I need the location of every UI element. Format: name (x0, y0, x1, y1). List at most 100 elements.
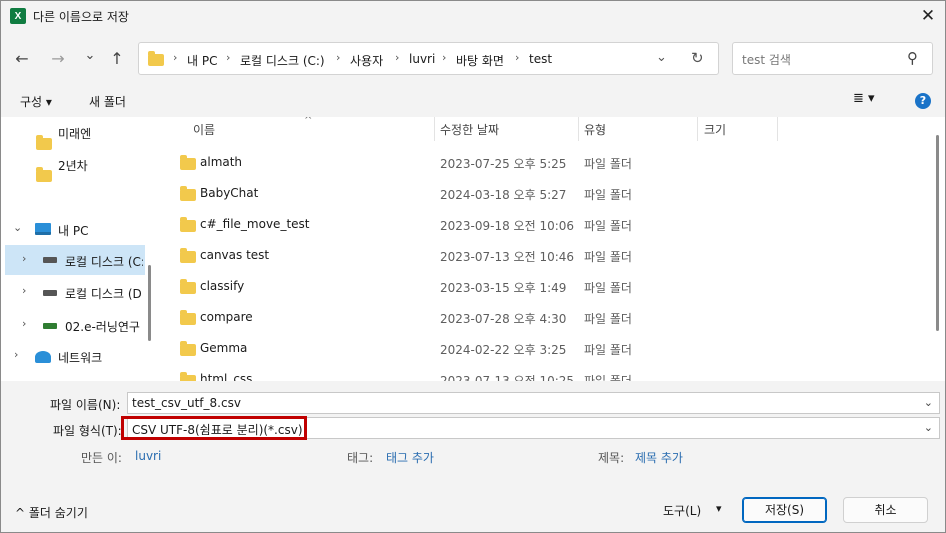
breadcrumb-item[interactable]: luvri (409, 52, 435, 66)
column-header-size[interactable]: 크기 (704, 121, 726, 138)
chevron-down-icon[interactable]: ⌄ (924, 396, 933, 409)
address-dropdown-icon[interactable]: ⌄ (656, 50, 667, 65)
save-button[interactable]: 저장(S) (742, 497, 827, 523)
nav-pane-scrollbar[interactable] (148, 265, 151, 341)
file-list-scrollbar[interactable] (936, 135, 939, 331)
file-type: 파일 폴더 (584, 250, 632, 264)
column-divider[interactable] (578, 117, 579, 141)
nav-item-network[interactable]: › 네트워크 (1, 341, 158, 371)
file-modified: 2024-03-18 오후 5:27 (440, 188, 567, 202)
nav-item-folder[interactable]: 2년차 (1, 149, 158, 182)
organize-button[interactable]: 구성 ▾ (20, 93, 52, 110)
chevron-right-icon[interactable]: › (22, 317, 26, 330)
file-name: almath (200, 155, 243, 169)
drive-icon (43, 290, 57, 296)
nav-item-network-drive[interactable]: › 02.e-러닝연구 (1, 310, 158, 340)
breadcrumb-item[interactable]: test (529, 52, 552, 66)
column-header-modified[interactable]: 수정한 날짜 (440, 121, 499, 138)
filetype-label: 파일 형식(T): (53, 424, 122, 438)
nav-item-drive-d[interactable]: › 로컬 디스크 (D:) (1, 277, 158, 307)
file-row[interactable]: canvas test 2023-07-13 오전 10:46 파일 폴더 (158, 240, 918, 271)
drive-icon (43, 257, 57, 263)
author-label: 만든 이: (81, 451, 122, 465)
nav-item-label: 로컬 디스크 (C:) (65, 255, 143, 269)
excel-icon: X (10, 8, 26, 24)
search-input[interactable]: test 검색 (742, 51, 791, 68)
new-folder-button[interactable]: 새 폴더 (89, 93, 126, 110)
help-icon[interactable]: ? (915, 93, 931, 109)
file-row[interactable]: classify 2023-03-15 오후 1:49 파일 폴더 (158, 271, 918, 302)
chevron-down-icon[interactable]: ⌄ (924, 421, 933, 434)
file-modified: 2023-07-28 오후 4:30 (440, 312, 567, 326)
file-name: compare (200, 310, 253, 324)
nav-item-folder[interactable]: 미래엔 (1, 117, 158, 150)
file-modified: 2023-07-13 오전 10:25 (440, 374, 575, 381)
folder-icon (180, 217, 196, 232)
file-name: canvas test (200, 248, 270, 262)
folder-icon (180, 155, 196, 170)
column-divider[interactable] (434, 117, 435, 141)
nav-item-label: 내 PC (58, 224, 89, 238)
tags-value[interactable]: 태그 추가 (386, 449, 434, 466)
address-bar[interactable]: › 내 PC › 로컬 디스크 (C:) › 사용자 › luvri › 바탕 … (138, 42, 719, 75)
author-value[interactable]: luvri (135, 449, 161, 463)
up-button[interactable]: ↑ (105, 47, 129, 71)
chevron-down-icon[interactable]: ⌄ (13, 221, 22, 234)
search-box[interactable]: test 검색 ⚲ (732, 42, 933, 75)
breadcrumb-item[interactable]: 사용자 (350, 52, 383, 69)
crumb-separator: › (515, 51, 520, 64)
column-divider[interactable] (777, 117, 778, 141)
chevron-right-icon[interactable]: › (22, 284, 26, 297)
file-name: classify (200, 279, 245, 293)
title-label: 제목: (598, 451, 625, 465)
file-modified: 2024-02-22 오후 3:25 (440, 343, 567, 357)
window-title: 다른 이름으로 저장 (33, 10, 129, 24)
filename-field[interactable]: test_csv_utf_8.csv ⌄ (127, 392, 940, 414)
chevron-right-icon[interactable]: › (14, 348, 18, 361)
refresh-icon[interactable]: ↻ (691, 49, 704, 67)
breadcrumb-item[interactable]: 로컬 디스크 (C:) (240, 52, 325, 69)
file-modified: 2023-07-25 오후 5:25 (440, 157, 567, 171)
nav-item-this-pc[interactable]: ⌄ 내 PC (1, 214, 158, 244)
close-button[interactable]: ✕ (913, 3, 943, 29)
nav-item-label: 네트워크 (58, 351, 103, 365)
folder-icon (36, 167, 52, 182)
file-row[interactable]: Gemma 2024-02-22 오후 3:25 파일 폴더 (158, 333, 918, 364)
folder-icon (148, 51, 164, 66)
breadcrumb-item[interactable]: 내 PC (187, 52, 217, 69)
tools-button[interactable]: 도구(L) (663, 502, 701, 519)
file-name: Gemma (200, 341, 248, 355)
chevron-right-icon[interactable]: › (22, 252, 26, 265)
title-value[interactable]: 제목 추가 (635, 449, 683, 466)
file-row[interactable]: c#_file_move_test 2023-09-18 오전 10:06 파일… (158, 209, 918, 240)
network-icon (35, 351, 51, 363)
tags-label: 태그: (347, 451, 374, 465)
file-row[interactable]: compare 2023-07-28 오후 4:30 파일 폴더 (158, 302, 918, 333)
file-row[interactable]: html_css 2023-07-13 오전 10:25 파일 폴더 (158, 364, 918, 381)
save-as-dialog: X 다른 이름으로 저장 ✕ ← → ⌄ ↑ › 내 PC › 로컬 디스크 (… (0, 0, 946, 533)
pc-icon (35, 223, 51, 235)
folder-icon (180, 248, 196, 263)
network-drive-icon (43, 323, 57, 329)
file-row[interactable]: almath 2023-07-25 오후 5:25 파일 폴더 (158, 147, 918, 178)
forward-button[interactable]: → (46, 47, 70, 71)
recent-locations-button[interactable]: ⌄ (78, 44, 102, 68)
folder-icon (180, 372, 196, 381)
back-button[interactable]: ← (10, 47, 34, 71)
cancel-button[interactable]: 취소 (843, 497, 928, 523)
file-modified: 2023-07-13 오전 10:46 (440, 250, 575, 264)
file-type: 파일 폴더 (584, 219, 632, 233)
column-header-name[interactable]: 이름 (193, 121, 215, 138)
breadcrumb-item[interactable]: 바탕 화면 (456, 52, 504, 69)
nav-item-drive-c[interactable]: › 로컬 디스크 (C:) (5, 245, 145, 275)
search-icon[interactable]: ⚲ (907, 49, 918, 67)
column-divider[interactable] (697, 117, 698, 141)
tools-dropdown-icon[interactable]: ▾ (716, 502, 722, 515)
nav-item-label: 미래엔 (58, 127, 92, 141)
filename-input[interactable]: test_csv_utf_8.csv (132, 396, 241, 410)
file-row[interactable]: BabyChat 2024-03-18 오후 5:27 파일 폴더 (158, 178, 918, 209)
view-options-icon[interactable]: ≣ ▾ (853, 91, 875, 106)
file-type: 파일 폴더 (584, 281, 632, 295)
hide-folders-button[interactable]: ^ 폴더 숨기기 (15, 504, 88, 521)
column-header-type[interactable]: 유형 (584, 121, 606, 138)
